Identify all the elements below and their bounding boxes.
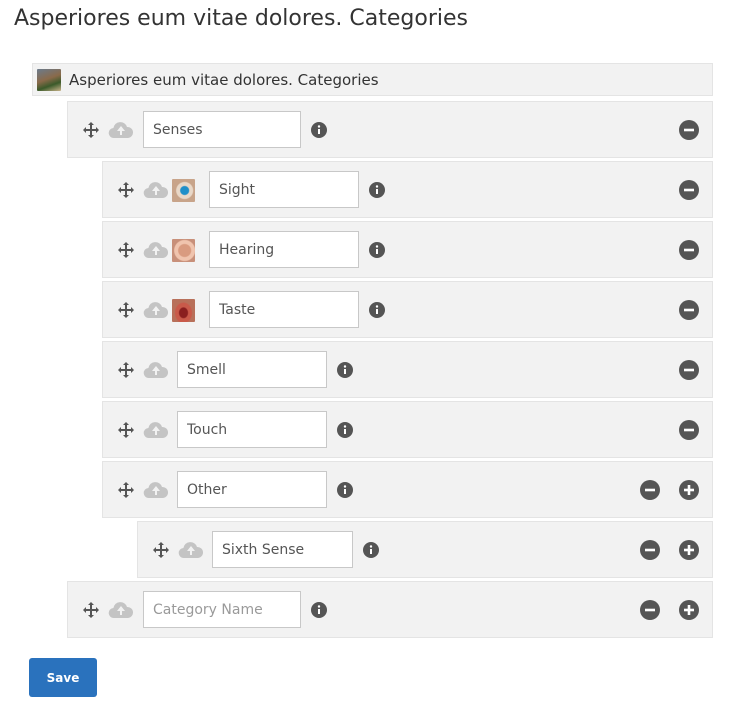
root-category-header: Asperiores eum vitae dolores. Categories [32,63,713,96]
move-icon[interactable] [117,301,135,319]
cloud-upload-icon[interactable] [143,181,169,199]
category-row-sight [102,161,713,218]
remove-category-button[interactable] [640,480,660,500]
cloud-upload-icon[interactable] [178,541,204,559]
category-row-touch [102,401,713,458]
cloud-upload-icon[interactable] [143,301,169,319]
category-row-other [102,461,713,518]
remove-category-button[interactable] [679,240,699,260]
add-subcategory-button[interactable] [679,540,699,560]
category-name-input[interactable] [143,111,301,148]
ear-thumbnail-image [172,239,195,262]
cloud-upload-icon[interactable] [143,421,169,439]
cloud-upload-icon[interactable] [108,121,134,139]
root-thumbnail-image [37,68,61,91]
info-icon[interactable] [337,362,353,378]
category-row-senses [67,101,713,158]
move-icon[interactable] [82,601,100,619]
move-icon[interactable] [152,541,170,559]
remove-category-button[interactable] [679,300,699,320]
page-title: Asperiores eum vitae dolores. Categories [14,6,468,31]
remove-category-button[interactable] [679,420,699,440]
move-icon[interactable] [117,481,135,499]
move-icon[interactable] [117,241,135,259]
remove-category-button[interactable] [679,360,699,380]
category-name-input[interactable] [209,291,359,328]
save-button[interactable]: Save [29,658,97,697]
move-icon[interactable] [117,421,135,439]
info-icon[interactable] [337,482,353,498]
category-row-smell [102,341,713,398]
cloud-upload-icon[interactable] [143,481,169,499]
category-name-input[interactable] [209,171,359,208]
mouth-thumbnail-image [172,299,195,322]
info-icon[interactable] [311,602,327,618]
move-icon[interactable] [82,121,100,139]
cloud-upload-icon[interactable] [143,241,169,259]
remove-category-button[interactable] [679,120,699,140]
category-row-hearing [102,221,713,278]
add-subcategory-button[interactable] [679,480,699,500]
info-icon[interactable] [369,242,385,258]
cloud-upload-icon[interactable] [108,601,134,619]
category-row-new [67,581,713,638]
move-icon[interactable] [117,361,135,379]
new-category-name-input[interactable] [143,591,301,628]
root-category-label: Asperiores eum vitae dolores. Categories [69,70,379,89]
category-name-input[interactable] [177,471,327,508]
category-name-input[interactable] [209,231,359,268]
info-icon[interactable] [337,422,353,438]
category-name-input[interactable] [177,351,327,388]
eye-thumbnail-image [172,179,195,202]
add-category-button[interactable] [679,600,699,620]
category-row-taste [102,281,713,338]
info-icon[interactable] [311,122,327,138]
info-icon[interactable] [369,182,385,198]
remove-category-button[interactable] [640,540,660,560]
remove-category-button[interactable] [640,600,660,620]
move-icon[interactable] [117,181,135,199]
category-row-sixth-sense [137,521,713,578]
cloud-upload-icon[interactable] [143,361,169,379]
info-icon[interactable] [369,302,385,318]
category-name-input[interactable] [177,411,327,448]
category-name-input[interactable] [212,531,353,568]
info-icon[interactable] [363,542,379,558]
remove-category-button[interactable] [679,180,699,200]
